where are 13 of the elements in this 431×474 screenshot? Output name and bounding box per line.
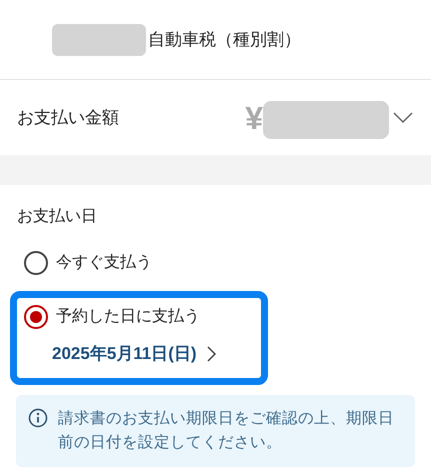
- chevron-down-icon[interactable]: [393, 112, 413, 124]
- notice-text: 請求書のお支払い期限日をご確認の上、期限日前の日付を設定してください。: [58, 408, 395, 452]
- chevron-right-icon: [206, 346, 216, 362]
- currency-symbol: ¥: [245, 98, 263, 138]
- section-heading: お支払い日: [16, 206, 97, 227]
- date-link[interactable]: 2025年5月11日(日): [52, 341, 216, 366]
- option-label: 予約した日に支払う: [56, 306, 200, 327]
- amount-label: お支払い金額: [17, 106, 120, 129]
- radio-button[interactable]: [24, 305, 48, 329]
- radio-button[interactable]: [24, 251, 48, 275]
- info-icon: [28, 408, 48, 428]
- option-label: 今すぐ支払う: [56, 252, 152, 273]
- page-title: 自動車税（種別割）: [148, 28, 301, 51]
